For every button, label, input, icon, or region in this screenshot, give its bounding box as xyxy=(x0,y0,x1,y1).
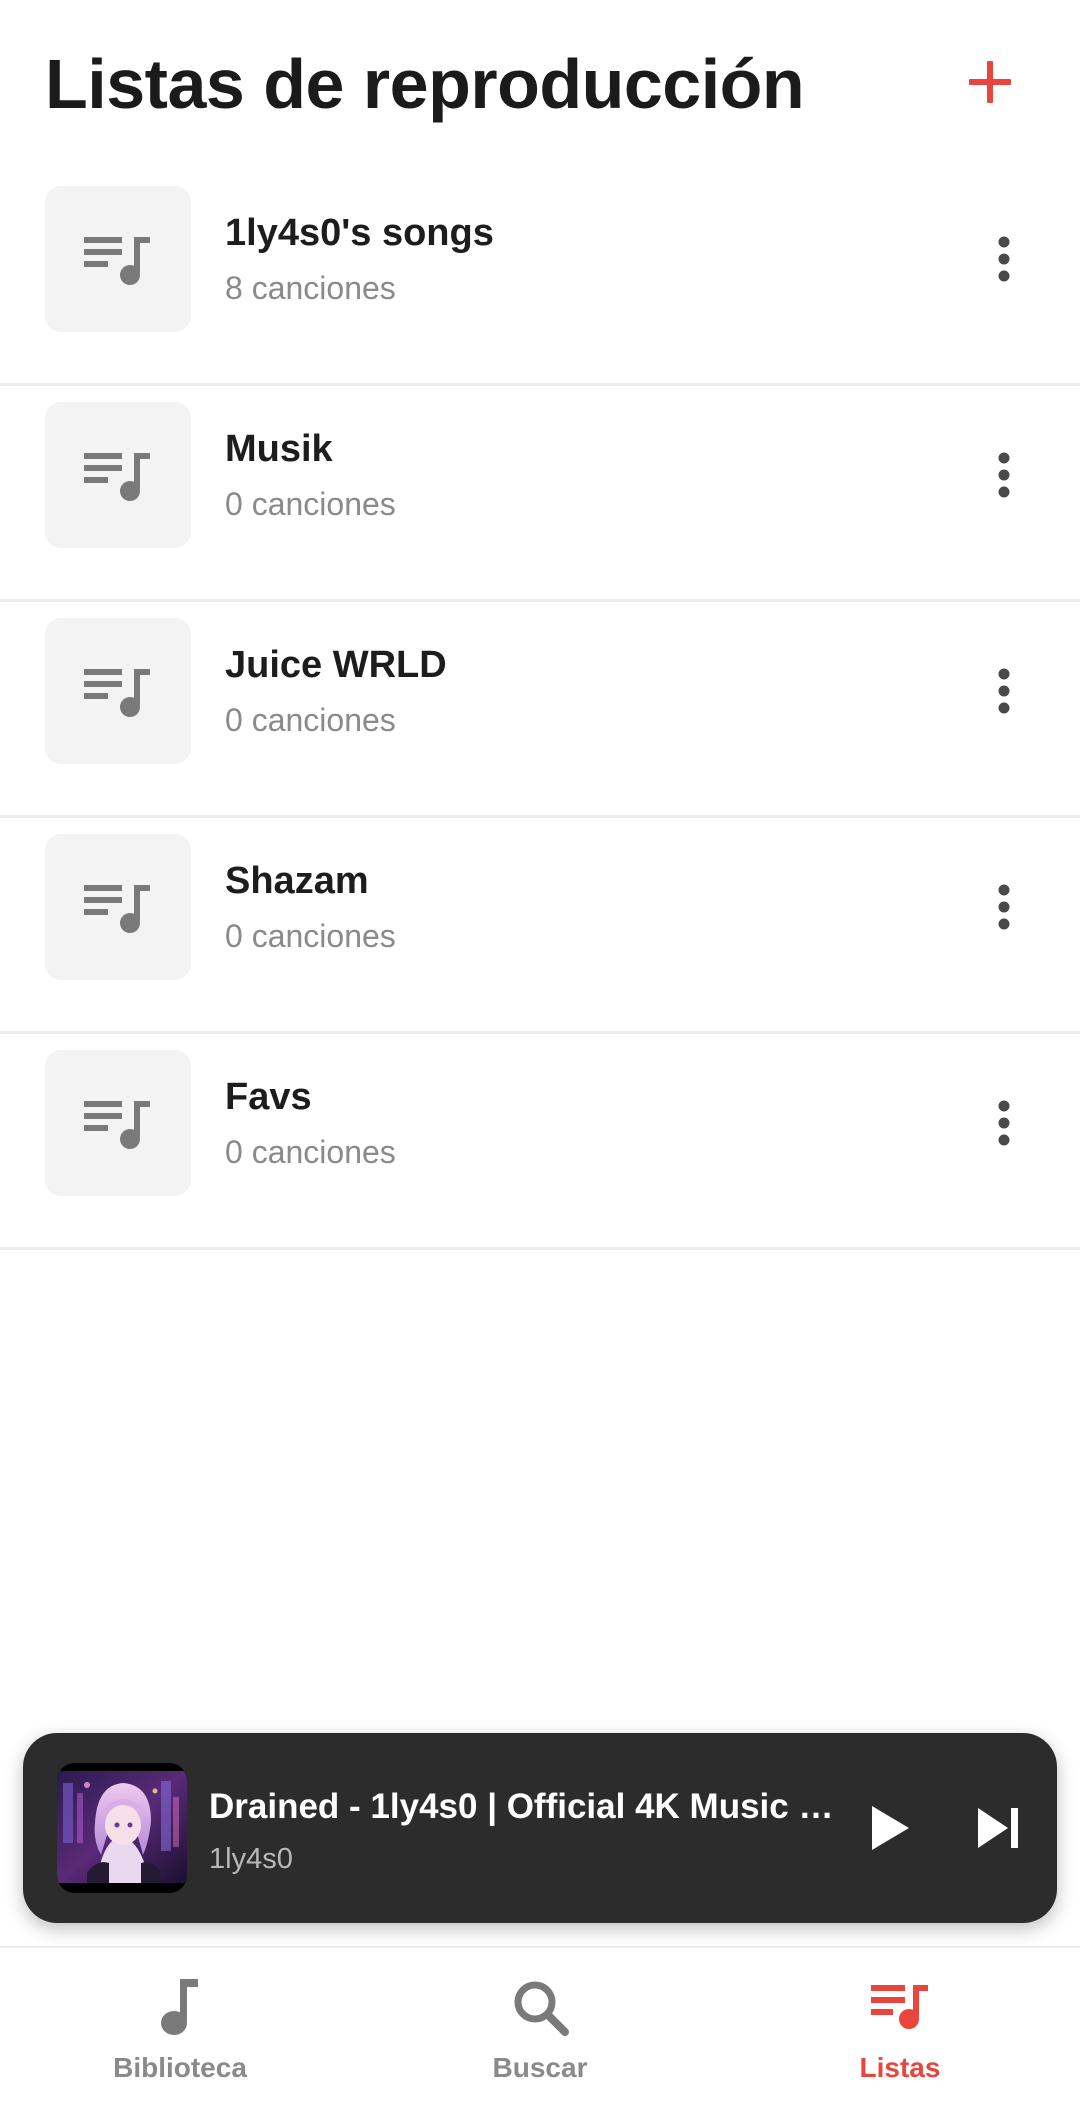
playlist-thumbnail xyxy=(45,618,191,764)
playlist-row[interactable]: Shazam 0 canciones xyxy=(0,818,1080,1034)
playlist-row[interactable]: Musik 0 canciones xyxy=(0,386,1080,602)
playlist-name: 1ly4s0's songs xyxy=(225,212,494,254)
playlist-thumbnail xyxy=(45,834,191,980)
skip-next-button[interactable] xyxy=(953,1783,1043,1873)
playlist-icon xyxy=(84,1101,150,1149)
nav-label: Biblioteca xyxy=(113,2052,247,2083)
bottom-navigation: Biblioteca Buscar Listas xyxy=(0,1946,1080,2115)
nav-label: Listas xyxy=(859,2052,941,2083)
playlist-name: Juice WRLD xyxy=(225,644,447,686)
more-options-button[interactable] xyxy=(964,214,1044,304)
playlist-row[interactable]: Favs 0 canciones xyxy=(0,1034,1080,1250)
mini-player[interactable]: Drained - 1ly4s0 | Official 4K Music Vid… xyxy=(23,1733,1057,1923)
nav-item-listas[interactable]: Listas xyxy=(750,1948,1050,2115)
more-options-button[interactable] xyxy=(964,862,1044,952)
nav-label: Buscar xyxy=(492,2052,588,2083)
playlist-icon xyxy=(871,1985,928,2029)
album-art xyxy=(57,1763,187,1893)
music-note-icon xyxy=(161,1979,198,2035)
playlist-row[interactable]: 1ly4s0's songs 8 canciones xyxy=(0,170,1080,386)
playlist-icon xyxy=(84,453,150,501)
playlist-count: 0 canciones xyxy=(225,918,396,954)
playlist-icon xyxy=(84,237,150,285)
more-options-button[interactable] xyxy=(964,1078,1044,1168)
playlist-count: 8 canciones xyxy=(225,270,396,306)
playlist-thumbnail xyxy=(45,186,191,332)
playlist-thumbnail xyxy=(45,402,191,548)
track-artist: 1ly4s0 xyxy=(209,1843,293,1875)
skip-next-icon xyxy=(978,1808,1018,1848)
more-options-button[interactable] xyxy=(964,646,1044,736)
track-title: Drained - 1ly4s0 | Official 4K Music Vid… xyxy=(209,1787,837,1826)
add-playlist-button[interactable] xyxy=(950,42,1030,122)
more-vertical-icon xyxy=(998,668,1010,714)
more-options-button[interactable] xyxy=(964,430,1044,520)
play-icon xyxy=(872,1806,909,1850)
playlist-thumbnail xyxy=(45,1050,191,1196)
more-vertical-icon xyxy=(998,884,1010,930)
more-vertical-icon xyxy=(998,452,1010,498)
nav-item-buscar[interactable]: Buscar xyxy=(390,1948,690,2115)
playlist-name: Shazam xyxy=(225,860,369,902)
play-button[interactable] xyxy=(845,1783,935,1873)
header: Listas de reproducción xyxy=(0,0,1080,170)
playlist-icon xyxy=(84,885,150,933)
playlist-icon xyxy=(84,669,150,717)
playlist-row[interactable]: Juice WRLD 0 canciones xyxy=(0,602,1080,818)
nav-item-biblioteca[interactable]: Biblioteca xyxy=(30,1948,330,2115)
playlist-name: Favs xyxy=(225,1076,312,1118)
more-vertical-icon xyxy=(998,236,1010,282)
page-title: Listas de reproducción xyxy=(45,45,805,123)
playlist-count: 0 canciones xyxy=(225,1134,396,1170)
more-vertical-icon xyxy=(998,1100,1010,1146)
search-icon xyxy=(514,1981,569,2036)
playlist-list: 1ly4s0's songs 8 canciones Musik 0 canci… xyxy=(0,170,1080,1250)
plus-icon xyxy=(969,61,1011,103)
playlist-count: 0 canciones xyxy=(225,486,396,522)
playlist-count: 0 canciones xyxy=(225,702,396,738)
playlist-name: Musik xyxy=(225,428,333,470)
